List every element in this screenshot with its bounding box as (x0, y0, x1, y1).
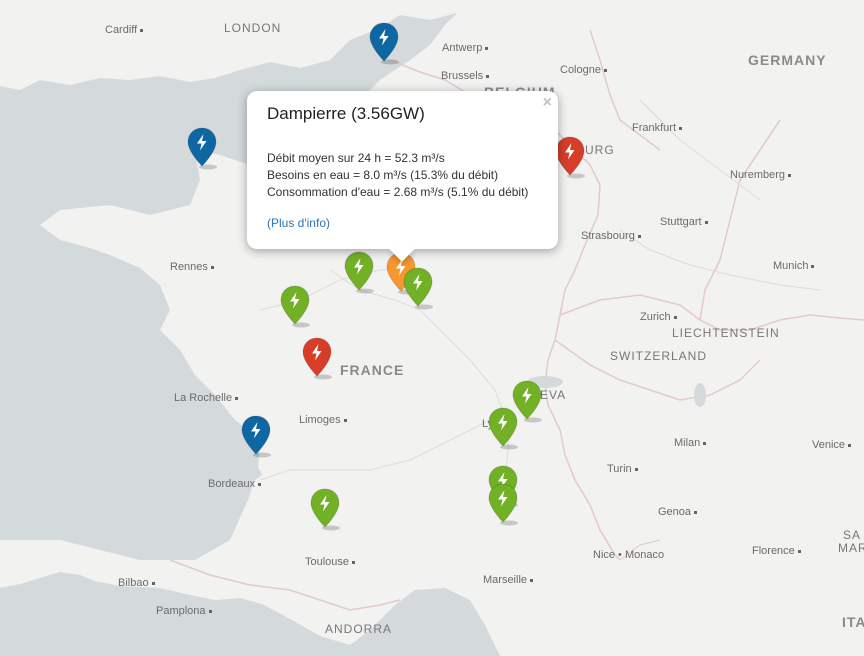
label-marseille: Marseille (483, 574, 533, 586)
popup-line-water-consumption: Consommation d'eau = 2.68 m³/s (5.1% du … (267, 185, 529, 199)
label-bordeaux: Bordeaux (208, 478, 261, 490)
marker-tricastin[interactable] (487, 482, 519, 526)
label-antwerp: Antwerp (442, 42, 488, 54)
label-milan: Milan (674, 437, 706, 449)
label-switzerland: SWITZERLAND (610, 349, 708, 363)
label-liechtenstein: LIECHTENSTEIN (672, 326, 780, 340)
popup-title: Dampierre (3.56GW) (267, 104, 425, 123)
marker-saint-laurent[interactable] (343, 250, 375, 294)
label-rennes: Rennes (170, 261, 214, 273)
label-nuremberg: Nuremberg (730, 169, 791, 181)
label-san-marino-1: SA (843, 528, 862, 542)
popup-more-info-link[interactable]: (Plus d'info) (267, 216, 330, 230)
label-nice-monaco: Nice • Monaco (593, 549, 665, 561)
label-cologne: Cologne (560, 64, 607, 76)
popup-content: Dampierre (3.56GW) Débit moyen sur 24 h … (267, 104, 544, 232)
label-limoges: Limoges (299, 414, 347, 426)
map-view[interactable]: LONDON Cardiff Antwerp Brussels BELGIUM … (0, 0, 864, 656)
label-cardiff: Cardiff (105, 24, 143, 36)
label-san-marino-2: MARI (838, 541, 864, 555)
marker-civaux[interactable] (301, 336, 333, 380)
label-london: LONDON (224, 21, 282, 35)
marker-paluel[interactable] (368, 21, 400, 65)
popup-line-flow: Débit moyen sur 24 h = 52.3 m³/s (267, 151, 445, 165)
label-genoa: Genoa (658, 506, 697, 518)
marker-chinon[interactable] (279, 284, 311, 328)
label-luxembourg-partial: URG (585, 143, 615, 157)
label-germany: GERMANY (748, 52, 827, 68)
label-bilbao: Bilbao (118, 577, 155, 589)
label-andorra: ANDORRA (325, 622, 393, 636)
label-munich: Munich (773, 260, 814, 272)
label-turin: Turin (607, 463, 638, 475)
label-brussels: Brussels (441, 70, 489, 82)
label-pamplona: Pamplona (156, 605, 212, 617)
info-popup: × Dampierre (3.56GW) Débit moyen sur 24 … (247, 91, 558, 262)
label-florence: Florence (752, 545, 801, 557)
popup-close-button[interactable]: × (543, 94, 552, 112)
label-geneva-partial: EVA (540, 388, 567, 402)
label-frankfurt: Frankfurt (632, 122, 682, 134)
label-stuttgart: Stuttgart (660, 216, 708, 228)
marker-belleville[interactable] (402, 266, 434, 310)
label-la-rochelle: La Rochelle (174, 392, 238, 404)
marker-cattenom[interactable] (554, 135, 586, 179)
label-zurich: Zurich (640, 311, 677, 323)
label-venice: Venice (812, 439, 851, 451)
marker-saint-alban[interactable] (487, 406, 519, 450)
label-toulouse: Toulouse (305, 556, 355, 568)
marker-flamanville[interactable] (186, 126, 218, 170)
label-france: FRANCE (340, 362, 405, 378)
popup-line-water-needs: Besoins en eau = 8.0 m³/s (15.3% du débi… (267, 168, 499, 182)
marker-blayais[interactable] (240, 414, 272, 458)
marker-golfech[interactable] (309, 487, 341, 531)
label-italy-partial: ITA (842, 614, 864, 630)
label-strasbourg: Strasbourg (581, 230, 641, 242)
